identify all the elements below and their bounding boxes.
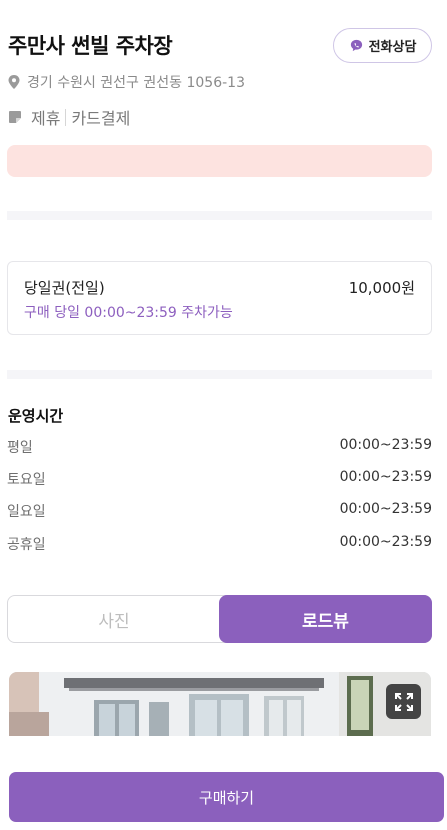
view-toggle: 사진 로드뷰	[7, 595, 432, 643]
expand-button[interactable]	[386, 684, 421, 719]
phone-chat-icon	[350, 39, 362, 52]
tag-partner: 제휴	[31, 109, 61, 128]
hours-time: 00:00~23:59	[339, 437, 432, 453]
feature-tags: 제휴 카드결제	[8, 105, 130, 129]
call-consult-label: 전화상담	[368, 40, 417, 55]
hours-row: 공휴일 00:00~23:59	[7, 534, 432, 554]
hours-time: 00:00~23:59	[339, 469, 432, 485]
page-title: 주만사 썬빌 주차장	[8, 34, 173, 58]
hours-day: 평일	[7, 440, 33, 456]
location-pin-icon	[8, 75, 20, 89]
notice-banner	[7, 145, 432, 177]
building-photo	[9, 672, 431, 736]
tag-card-payment: 카드결제	[71, 109, 131, 128]
roadview-image[interactable]	[9, 672, 431, 736]
tab-photo[interactable]: 사진	[8, 596, 220, 642]
tag-divider	[65, 108, 67, 126]
section-divider	[7, 211, 432, 220]
hours-time: 00:00~23:59	[339, 501, 432, 517]
ticket-description: 구매 당일 00:00~23:59 주차가능	[24, 305, 233, 321]
hours-day: 일요일	[7, 504, 46, 520]
address-line: 경기 수원시 권선구 권선동 1056-13	[8, 72, 245, 92]
parking-header: 주만사 썬빌 주차장 전화상담 경기 수원시 권선구 권선동 1056-13 제…	[0, 0, 447, 140]
call-consult-button[interactable]: 전화상담	[333, 28, 432, 63]
tag-icon	[9, 111, 21, 123]
hours-time: 00:00~23:59	[339, 534, 432, 550]
ticket-price: 10,000원	[348, 279, 415, 297]
tab-roadview[interactable]: 로드뷰	[219, 595, 432, 643]
hours-row: 평일 00:00~23:59	[7, 437, 432, 457]
hours-row: 토요일 00:00~23:59	[7, 469, 432, 489]
section-divider	[7, 370, 432, 379]
address-text: 경기 수원시 권선구 권선동 1056-13	[27, 75, 245, 91]
hours-day: 토요일	[7, 472, 46, 488]
expand-icon	[394, 692, 413, 711]
ticket-card[interactable]: 당일권(전일) 10,000원 구매 당일 00:00~23:59 주차가능	[7, 261, 432, 335]
hours-row: 일요일 00:00~23:59	[7, 501, 432, 521]
ticket-name: 당일권(전일)	[24, 279, 105, 297]
hours-title: 운영시간	[8, 407, 64, 425]
buy-button[interactable]: 구매하기	[9, 772, 444, 822]
hours-day: 공휴일	[7, 537, 46, 553]
